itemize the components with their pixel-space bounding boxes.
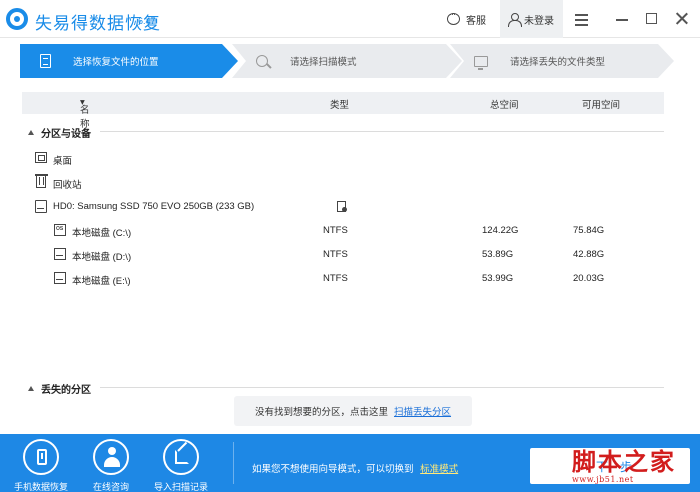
divider xyxy=(233,442,234,484)
close-icon[interactable] xyxy=(672,9,692,29)
section-title: 丢失的分区 xyxy=(41,385,91,396)
menu-icon[interactable] xyxy=(572,9,592,29)
standard-mode-link[interactable]: 标准模式 xyxy=(420,464,458,475)
wizard-steps: 选择恢复文件的位置 请选择扫描模式 请选择丢失的文件类型 xyxy=(20,44,674,78)
disk-info-icon[interactable] xyxy=(337,201,347,212)
button-label: 在线咨询 xyxy=(92,482,129,492)
table-header: 名称 ▾ 类型 总空间 可用空间 xyxy=(22,92,664,130)
watermark-text: 脚本之家 xyxy=(572,447,676,476)
lost-partition-notice: 没有找到想要的分区，点击这里 扫描丢失分区 xyxy=(234,396,472,426)
button-label: 手机数据恢复 xyxy=(13,482,68,492)
mode-hint: 如果您不想使用向导模式，可以切换到 标准模式 xyxy=(252,461,458,475)
button-label: 导入扫描记录 xyxy=(153,482,208,492)
step-file-type: 请选择丢失的文件类型 xyxy=(450,44,674,78)
volume-free: 42.88G xyxy=(573,249,605,260)
volume-name: 本地磁盘 (D:\) xyxy=(72,252,132,263)
step-label: 请选择扫描模式 xyxy=(290,57,357,68)
volume-name: 本地磁盘 (C:\) xyxy=(72,228,132,239)
watermark: 脚本之家 www.jb51.net xyxy=(572,442,696,486)
column-free-header: 可用空间 xyxy=(582,100,621,111)
recycle-bin-icon xyxy=(35,174,48,188)
search-icon xyxy=(256,55,268,67)
section-divider xyxy=(100,387,664,388)
table-row[interactable]: 本地磁盘 (E:\) NTFS 53.99G 20.03G xyxy=(0,269,700,289)
volume-type: NTFS xyxy=(323,273,348,284)
drive-icon xyxy=(54,272,66,284)
hard-disk-icon xyxy=(35,200,47,213)
collapse-triangle-icon xyxy=(28,386,34,391)
login-button[interactable]: 未登录 xyxy=(500,0,563,38)
system-drive-icon: OS xyxy=(54,224,66,236)
item-name: 回收站 xyxy=(53,180,82,191)
partitions-section-header[interactable]: 分区与设备 xyxy=(28,125,91,140)
volume-type: NTFS xyxy=(323,225,348,236)
notice-text: 没有找到想要的分区，点击这里 xyxy=(254,407,388,418)
step-label: 请选择丢失的文件类型 xyxy=(510,57,606,68)
scan-lost-partition-link[interactable]: 扫描丢失分区 xyxy=(394,404,451,418)
phone-icon xyxy=(37,449,47,465)
volume-total: 53.89G xyxy=(482,249,514,260)
section-divider xyxy=(100,131,664,132)
monitor-icon xyxy=(474,55,488,70)
volume-free: 75.84G xyxy=(573,225,605,236)
support-button[interactable]: 客服 xyxy=(447,7,486,31)
person-icon xyxy=(103,447,121,469)
volume-total: 53.99G xyxy=(482,273,514,284)
volume-type: NTFS xyxy=(323,249,348,260)
list-item-desktop[interactable]: 桌面 xyxy=(0,149,700,169)
import-icon xyxy=(175,450,189,464)
list-item-recycle-bin[interactable]: 回收站 xyxy=(0,173,700,193)
step-select-location: 选择恢复文件的位置 xyxy=(20,44,238,78)
user-icon xyxy=(508,12,522,27)
document-icon xyxy=(40,54,51,68)
section-title: 分区与设备 xyxy=(41,129,91,140)
maximize-icon[interactable] xyxy=(642,9,662,29)
phone-recovery-button[interactable]: 手机数据恢复 xyxy=(6,439,76,492)
login-label: 未登录 xyxy=(524,15,554,27)
step-scan-mode: 请选择扫描模式 xyxy=(232,44,462,78)
support-label: 客服 xyxy=(466,15,486,27)
volume-total: 124.22G xyxy=(482,225,519,236)
volume-free: 20.03G xyxy=(573,273,605,284)
desktop-icon xyxy=(35,152,47,163)
column-type-header: 类型 xyxy=(330,100,350,111)
table-row[interactable]: 本地磁盘 (D:\) NTFS 53.89G 42.88G xyxy=(0,245,700,265)
hint-text: 如果您不想使用向导模式，可以切换到 xyxy=(252,464,414,475)
collapse-triangle-icon xyxy=(28,130,34,135)
lost-partitions-section-header[interactable]: 丢失的分区 xyxy=(28,381,91,396)
online-consult-button[interactable]: 在线咨询 xyxy=(76,439,146,492)
app-logo-icon xyxy=(6,8,28,30)
title-bar: 失易得数据恢复 6.47 客服 未登录 xyxy=(0,0,700,38)
drive-icon xyxy=(54,248,66,260)
disk-name: HD0: Samsung SSD 750 EVO 250GB (233 GB) xyxy=(53,201,255,212)
column-name-header[interactable]: 名称 ▾ xyxy=(80,97,90,130)
volume-name: 本地磁盘 (E:\) xyxy=(72,276,131,287)
table-row[interactable]: OS 本地磁盘 (C:\) NTFS 124.22G 75.84G xyxy=(0,221,700,241)
item-name: 桌面 xyxy=(53,156,73,167)
list-item-disk[interactable]: HD0: Samsung SSD 750 EVO 250GB (233 GB) xyxy=(0,197,700,217)
step-label: 选择恢复文件的位置 xyxy=(73,57,159,68)
chat-icon xyxy=(447,9,460,25)
minimize-icon[interactable] xyxy=(612,9,632,29)
import-scan-record-button[interactable]: 导入扫描记录 xyxy=(146,439,216,492)
app-version: 6.47 xyxy=(138,16,156,26)
column-total-header: 总空间 xyxy=(490,100,519,111)
